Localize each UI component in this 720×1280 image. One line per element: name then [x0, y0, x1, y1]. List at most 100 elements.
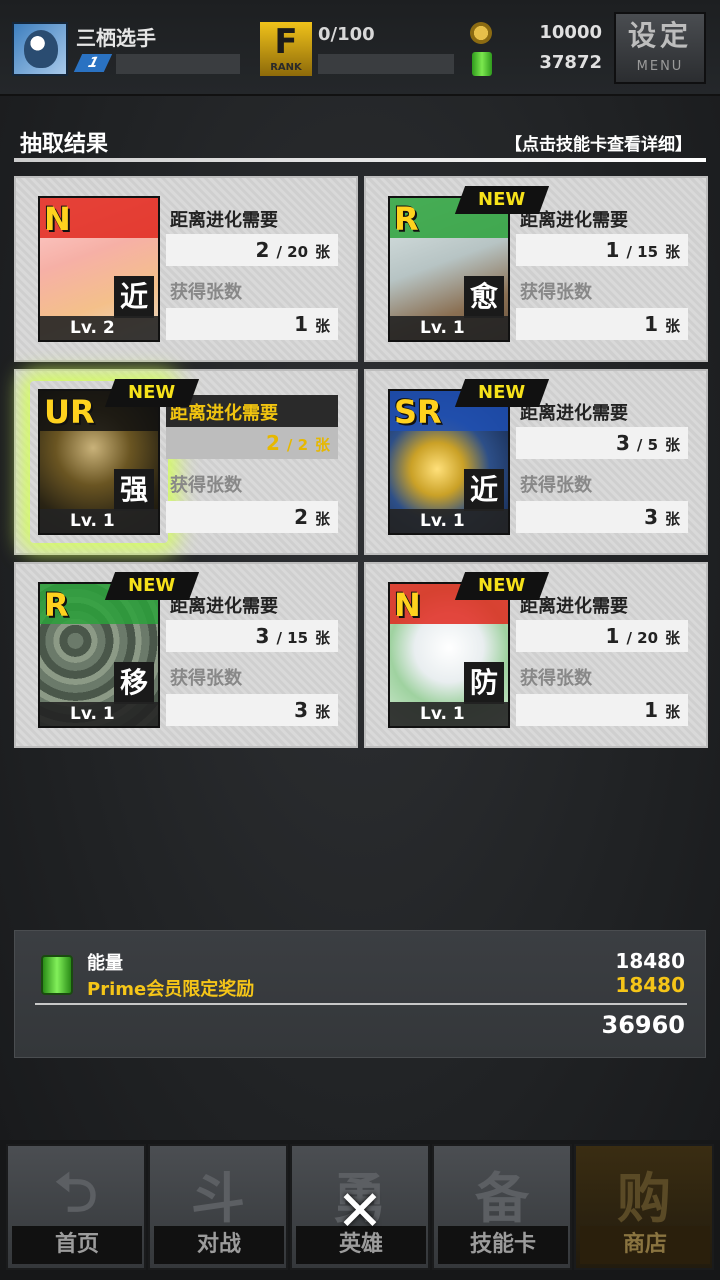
evolve-progress: 2 / 2 张: [166, 427, 338, 459]
rank-progress-bar: [318, 54, 454, 74]
obtained-count: 1 张: [516, 694, 688, 726]
obtained-count: 1 张: [166, 308, 338, 340]
obtained-count: 3 张: [516, 501, 688, 533]
coin-icon: [470, 22, 492, 44]
evolve-progress: 1 / 20 张: [516, 620, 688, 652]
new-badge: NEW: [104, 379, 200, 407]
new-badge: NEW: [104, 572, 200, 600]
obtained-row: 获得张数: [166, 274, 338, 306]
card-type-label: 移: [114, 662, 154, 704]
nav-skill-cards[interactable]: 备 技能卡: [432, 1144, 572, 1270]
new-badge-label: NEW: [128, 382, 176, 403]
evolve-current: 1: [605, 238, 620, 262]
skill-card-icon: 备: [475, 1167, 529, 1230]
unit-label: 张: [664, 703, 680, 721]
skill-card[interactable]: N 近 Lv. 2 距离进化需要 2 / 20 张 获得张数 1 张: [14, 176, 358, 362]
unit-label: 张: [314, 510, 330, 528]
rarity-label: R: [394, 200, 419, 238]
evolve-required: 20: [287, 243, 309, 261]
settings-sub-label: MENU: [636, 59, 684, 74]
rarity-label: R: [44, 586, 69, 624]
shop-icon: 购: [617, 1167, 671, 1230]
evolve-progress: 1 / 15 张: [516, 234, 688, 266]
skill-card[interactable]: R 愈 Lv. 1 NEW 距离进化需要 1 / 15 张 获得张数 1 张: [364, 176, 708, 362]
new-badge-label: NEW: [128, 575, 176, 596]
card-art: R 移 Lv. 1: [38, 582, 160, 728]
rank-caption: RANK: [270, 62, 302, 73]
obtained-row: 获得张数: [516, 274, 688, 306]
settings-button[interactable]: 设定 MENU: [614, 12, 706, 84]
evolve-progress: 2 / 20 张: [166, 234, 338, 266]
rank-progress: 0/100: [318, 24, 375, 45]
summary-divider: [35, 1003, 687, 1005]
energy-canister-icon: [41, 955, 73, 995]
nav-home[interactable]: ⮌ 首页: [6, 1144, 146, 1270]
rarity-label: UR: [44, 393, 95, 431]
nav-battle[interactable]: 斗 对战: [148, 1144, 288, 1270]
nav-shop-label: 商店: [580, 1226, 710, 1264]
evolve-row: 距离进化需要: [166, 588, 338, 620]
obtained-value: 1: [644, 698, 659, 722]
card-type-label: 近: [114, 276, 154, 318]
obtained-value: 2: [294, 505, 309, 529]
energy-icon: [472, 52, 492, 76]
card-level: Lv. 1: [40, 509, 158, 533]
prime-bonus-amount: 18480: [615, 973, 685, 997]
obtained-count: 3 张: [166, 694, 338, 726]
rarity-label: N: [394, 586, 421, 624]
evolve-required: 20: [637, 629, 659, 647]
obtained-label: 获得张数: [520, 282, 592, 303]
evolve-current: 3: [615, 431, 630, 455]
evolve-label: 距离进化需要: [170, 210, 278, 231]
card-level: Lv. 2: [40, 316, 158, 340]
evolve-required: 15: [637, 243, 659, 261]
evolve-current: 3: [255, 624, 270, 648]
rank-letter: F: [274, 22, 298, 62]
unit-label: 张: [314, 317, 330, 335]
unit-label: 张: [664, 510, 680, 528]
evolve-row: 距离进化需要: [516, 202, 688, 234]
obtained-label: 获得张数: [520, 475, 592, 496]
coins-value: 10000: [539, 22, 602, 43]
prime-bonus-label: Prime会员限定奖励: [87, 979, 255, 1000]
evolve-required: 5: [647, 436, 659, 454]
skill-card[interactable]: N 防 Lv. 1 NEW 距离进化需要 1 / 20 张 获得张数 1 张: [364, 562, 708, 748]
obtained-row: 获得张数: [166, 660, 338, 692]
obtained-label: 获得张数: [520, 668, 592, 689]
energy-total: 36960: [601, 1011, 686, 1039]
evolve-required: 15: [287, 629, 309, 647]
obtained-value: 1: [294, 312, 309, 336]
player-level-badge: 1: [73, 54, 113, 72]
card-type-label: 强: [114, 469, 154, 511]
new-badge-label: NEW: [478, 382, 526, 403]
card-art: UR 强 Lv. 1: [38, 389, 160, 535]
evolve-row: 距离进化需要: [516, 588, 688, 620]
experience-bar: [116, 54, 240, 74]
gamepad-icon: 斗: [191, 1167, 245, 1230]
card-type-label: 近: [464, 469, 504, 511]
close-button[interactable]: ✕: [330, 1182, 390, 1242]
rarity-label: SR: [394, 393, 442, 431]
obtained-row: 获得张数: [516, 660, 688, 692]
skill-card[interactable]: UR 强 Lv. 1 NEW 距离进化需要 2 / 2 张 获得张数 2 张: [14, 369, 358, 555]
energy-amount: 18480: [615, 949, 685, 973]
results-divider: [14, 158, 706, 162]
card-type-label: 防: [464, 662, 504, 704]
card-level: Lv. 1: [40, 702, 158, 726]
skill-card[interactable]: SR 近 Lv. 1 NEW 距离进化需要 3 / 5 张 获得张数 3 张: [364, 369, 708, 555]
card-level: Lv. 1: [390, 509, 508, 533]
nav-battle-label: 对战: [154, 1226, 284, 1264]
evolve-current: 2: [255, 238, 270, 262]
player-avatar[interactable]: [12, 22, 68, 76]
nav-shop[interactable]: 购 商店: [574, 1144, 714, 1270]
obtained-label: 获得张数: [170, 282, 242, 303]
unit-label: 张: [314, 243, 330, 261]
skill-card[interactable]: R 移 Lv. 1 NEW 距离进化需要 3 / 15 张 获得张数 3 张: [14, 562, 358, 748]
obtained-value: 3: [644, 505, 659, 529]
nav-skill-cards-label: 技能卡: [438, 1226, 568, 1264]
unit-label: 张: [314, 436, 330, 454]
evolve-row: 距离进化需要: [166, 395, 338, 427]
evolve-progress: 3 / 15 张: [166, 620, 338, 652]
card-level: Lv. 1: [390, 316, 508, 340]
unit-label: 张: [314, 629, 330, 647]
